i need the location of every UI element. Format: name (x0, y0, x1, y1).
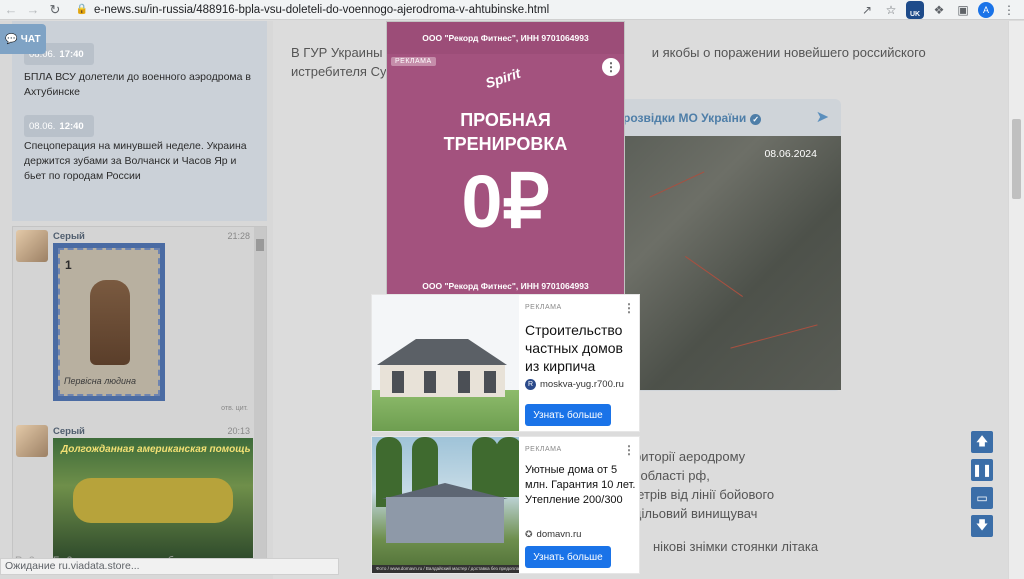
avatar[interactable] (16, 230, 48, 262)
profile-avatar[interactable]: A (978, 2, 994, 18)
ad-label: РЕКЛАМА (391, 57, 436, 66)
site-favicon-icon: R (525, 379, 536, 390)
ad-company-line: ООО "Рекорд Фитнес", ИНН 9701064993 (387, 22, 624, 54)
annotation-line (685, 256, 743, 297)
chat-tab[interactable]: 💬 ЧАТ (0, 24, 46, 54)
learn-more-button[interactable]: Узнать больше (525, 546, 611, 568)
page-scrollbar[interactable] (1009, 21, 1024, 579)
address-bar[interactable]: e-news.su/in-russia/488916-bpla-vsu-dole… (94, 4, 549, 16)
pause-icon[interactable]: ❚❚ (971, 459, 993, 481)
ad-label: РЕКЛАМА (525, 446, 562, 453)
learn-more-button[interactable]: Узнать больше (525, 404, 611, 426)
annotation-line (649, 171, 705, 198)
menu-kebab-icon[interactable]: ⋮ (1000, 1, 1018, 19)
telegram-icon[interactable]: ➤ (816, 107, 829, 127)
article-paragraph: нікові знімки стоянки літака (653, 539, 819, 554)
verified-icon: ✓ (750, 114, 762, 125)
ad-price: 0₽ (461, 160, 550, 243)
news-item[interactable]: Спецоперация на минувшей неделе. Украина… (24, 139, 254, 184)
postage-stamp-image[interactable]: 1 Первісна людина (53, 243, 165, 401)
satellite-image[interactable]: 08.06.2024 (619, 136, 841, 390)
avatar[interactable] (16, 425, 48, 457)
browser-toolbar: ← → ↻ 🔒 e-news.su/in-russia/488916-bpla-… (0, 0, 1024, 20)
ad-options-icon[interactable]: ⋮ (623, 301, 635, 315)
image-date: 08.06.2024 (764, 148, 817, 160)
scroll-up-icon[interactable]: 🡅 (971, 431, 993, 453)
image-caption: Фото / www.domavn.ru / Валдайский мастер… (372, 565, 519, 573)
ad-title[interactable]: Уютные дома от 5 млн. Гарантия 10 лет. У… (525, 463, 637, 508)
forward-icon[interactable]: → (22, 0, 44, 20)
tank-car-shape (73, 478, 233, 523)
share-icon[interactable]: ↗ (858, 1, 876, 19)
side-panel-icon[interactable]: ▣ (954, 1, 972, 19)
ad-options-icon[interactable]: ⋮ (623, 443, 635, 457)
ad-company-line: ООО "Рекорд Фитнес", ИНН 9701064993 (422, 281, 589, 291)
ad-domain[interactable]: Rmoskva-yug.r700.ru (525, 379, 624, 390)
ad-domain[interactable]: ✪ domavn.ru (525, 529, 581, 540)
chat-username[interactable]: Серый (53, 231, 85, 242)
ad-options-icon[interactable]: ⋮ (602, 58, 620, 76)
back-icon[interactable]: ← (0, 0, 22, 20)
news-timestamp: 08.06. 12:40 (24, 115, 94, 137)
extensions-puzzle-icon[interactable]: ❖ (930, 1, 948, 19)
chat-panel: Серый 21:28 1 Первісна людина отв. цит. … (12, 226, 267, 566)
telegram-channel-title[interactable]: розвідки МО України ✓ (623, 111, 762, 125)
meme-image[interactable]: Долгожданная американская помощь (53, 438, 253, 558)
site-favicon-icon: ✪ (525, 529, 533, 539)
stamp-caption: Первісна людина (64, 376, 136, 386)
house-ad[interactable]: Фото / www.domavn.ru / Валдайский мастер… (371, 436, 640, 574)
stamp-value: 1 (65, 258, 72, 272)
article-paragraph: 7 території аеродрому кій області рф, ом… (621, 418, 775, 521)
scroll-down-icon[interactable]: 🡇 (971, 515, 993, 537)
reload-icon[interactable]: ↻ (44, 0, 66, 20)
lock-icon[interactable]: 🔒 (74, 4, 90, 15)
fitness-ad[interactable]: ООО "Рекорд Фитнес", ИНН 9701064993 РЕКЛ… (386, 21, 625, 295)
chat-scroll-thumb[interactable] (256, 239, 264, 251)
chat-time: 20:13 (227, 426, 250, 436)
comments-icon[interactable]: ▭ (971, 487, 993, 509)
chat-message: Серый 20:13 Долгожданная американская по… (16, 425, 253, 565)
extension-uk-icon[interactable]: UK (906, 1, 924, 19)
chat-time: 21:28 (227, 231, 250, 241)
status-bar: Ожидание ru.viadata.store... (0, 558, 339, 575)
bookmark-star-icon[interactable]: ☆ (882, 1, 900, 19)
ad-label: РЕКЛАМА (525, 304, 562, 311)
page-scroll-thumb[interactable] (1012, 119, 1021, 199)
reply-quote-links[interactable]: отв. цит. (221, 405, 248, 412)
chat-scrollbar[interactable] (254, 227, 266, 565)
ad-image[interactable]: Фото / www.domavn.ru / Валдайский мастер… (372, 437, 519, 573)
ad-title[interactable]: Строительство частных домов из кирпича (525, 321, 637, 375)
ad-headline: ПРОБНАЯ ТРЕНИРОВКА (443, 110, 568, 154)
chat-bubble-icon: 💬 (5, 33, 18, 45)
chat-username[interactable]: Серый (53, 426, 85, 437)
meme-caption: Долгожданная американская помощь (61, 444, 251, 455)
annotation-line (730, 324, 818, 349)
house-ad[interactable]: РЕКЛАМА ⋮ Строительство частных домов из… (371, 294, 640, 432)
news-item[interactable]: БПЛА ВСУ долетели до военного аэродрома … (24, 70, 254, 100)
spirit-logo: Spirit (483, 64, 523, 92)
stamp-figure (90, 280, 130, 365)
chat-message: Серый 21:28 1 Первісна людина отв. цит. (16, 230, 252, 425)
news-feed: 08.06. 17:40 БПЛА ВСУ долетели до военног… (12, 21, 267, 221)
ad-image[interactable] (372, 295, 519, 431)
page-nav-buttons: 🡅 ❚❚ ▭ 🡇 (971, 431, 993, 543)
